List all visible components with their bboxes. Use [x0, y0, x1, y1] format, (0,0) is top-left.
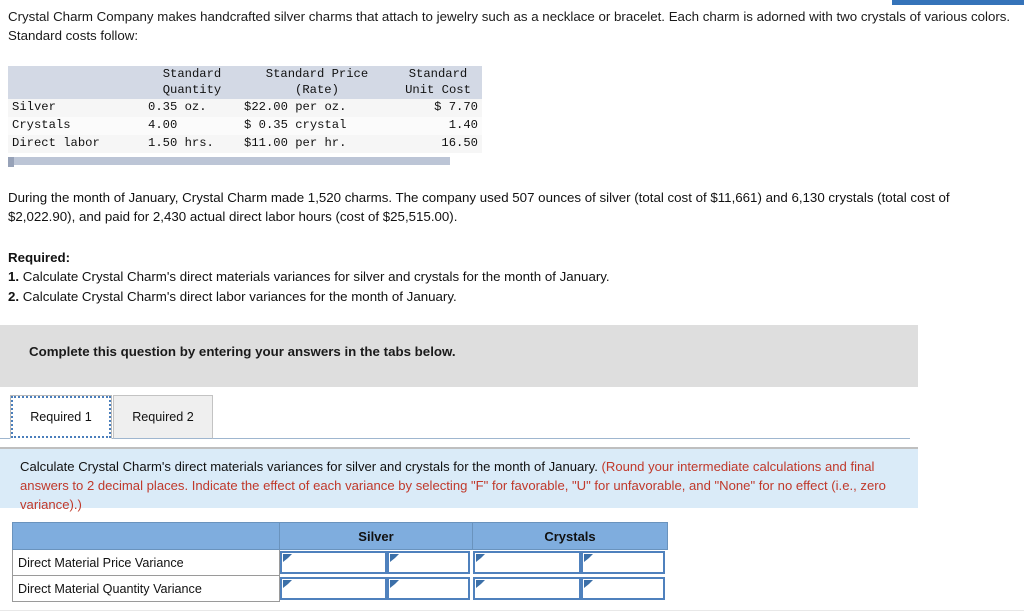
std-direct-labor-quantity: 1.50 hrs. [144, 134, 240, 153]
table-row: Direct labor 1.50 hrs. $11.00 per hr. 16… [8, 134, 482, 153]
std-silver-unit-cost: $ 7.70 [394, 99, 482, 118]
required-item-2: 2. Calculate Crystal Charm's direct labo… [8, 287, 908, 306]
cell-marker-triangle-icon [583, 554, 593, 563]
instruction-main-text: Calculate Crystal Charm's direct materia… [20, 459, 598, 474]
cell-marker-triangle-icon [583, 580, 593, 588]
input-silver-quantity-variance-value[interactable] [280, 577, 387, 600]
std-silver-price: $22.00 per oz. [240, 99, 394, 118]
table-row: Crystals 4.00 $ 0.35 crystal 1.40 [8, 117, 482, 135]
required-item-1-text: Calculate Crystal Charm's direct materia… [22, 269, 610, 285]
complete-question-banner: Complete this question by entering your … [0, 325, 918, 387]
requirement-tabs: Required 1 Required 2 [0, 393, 910, 441]
cell-marker-triangle-icon [390, 580, 399, 588]
std-header-blank [8, 66, 144, 100]
tab-required-1-label: Required 1 [30, 410, 92, 424]
std-header-standard-unit-cost: Standard Unit Cost [394, 66, 482, 100]
standard-costs-table-footer-cap [8, 156, 14, 167]
answer-cellpair-silver-quantity [280, 576, 473, 602]
table-row: Direct Material Quantity Variance [12, 575, 668, 602]
intro-paragraph: Crystal Charm Company makes handcrafted … [8, 9, 1011, 43]
std-header-standard-quantity-line2: Quantity [162, 82, 222, 97]
instruction-box-inner: Calculate Crystal Charm's direct materia… [20, 457, 900, 515]
bottom-divider [0, 610, 1024, 611]
required-item-2-text: Calculate Crystal Charm's direct labor v… [22, 288, 457, 304]
std-crystals-quantity: 4.00 [144, 117, 240, 135]
std-direct-labor-price: $11.00 per hr. [240, 134, 394, 153]
complete-question-banner-text: Complete this question by entering your … [29, 344, 456, 359]
std-direct-labor-unit-cost: 16.50 [394, 134, 482, 153]
std-silver-quantity: 0.35 oz. [144, 99, 240, 118]
table-header-row: Standard Quantity Standard Price (Rate) … [8, 66, 482, 100]
input-silver-price-variance-effect[interactable] [387, 551, 470, 575]
std-header-standard-price-line2: (Rate) [295, 82, 339, 97]
required-section: Required: 1. Calculate Crystal Charm's d… [8, 248, 908, 306]
answer-header-silver: Silver [279, 522, 473, 550]
input-crystals-price-variance-effect[interactable] [580, 551, 665, 575]
standard-costs-table: Standard Quantity Standard Price (Rate) … [8, 66, 482, 153]
input-silver-quantity-variance-effect[interactable] [387, 577, 470, 600]
std-header-standard-unit-cost-line2: Unit Cost [405, 82, 471, 97]
input-crystals-price-variance-value[interactable] [472, 551, 581, 575]
std-row-label-crystals: Crystals [8, 117, 144, 135]
std-header-standard-unit-cost-line1: Standard [408, 67, 468, 81]
required-heading: Required: [8, 250, 71, 265]
std-crystals-unit-cost: 1.40 [394, 117, 482, 135]
during-month-paragraph: During the month of January, Crystal Cha… [8, 190, 950, 225]
answer-cellpair-crystals-price [472, 550, 668, 576]
answer-row-label-quantity-variance: Direct Material Quantity Variance [12, 575, 280, 602]
table-row: Silver 0.35 oz. $22.00 per oz. $ 7.70 [8, 99, 482, 118]
tab-required-2[interactable]: Required 2 [113, 395, 213, 439]
variance-answer-table: Silver Crystals Direct Material Price Va… [12, 522, 668, 602]
std-header-standard-quantity: Standard Quantity [144, 66, 240, 100]
std-header-standard-price: Standard Price (Rate) [240, 66, 394, 100]
standard-costs-table-footer-bar [8, 154, 450, 167]
input-crystals-quantity-variance-value[interactable] [472, 577, 581, 600]
top-accent-bar [892, 0, 1024, 5]
answer-cellpair-silver-price [280, 550, 473, 576]
std-row-label-silver: Silver [8, 99, 144, 118]
input-silver-price-variance-value[interactable] [280, 551, 387, 575]
table-header-row: Silver Crystals [12, 522, 668, 550]
answer-header-crystals: Crystals [472, 522, 668, 550]
std-header-standard-quantity-line1: Standard [162, 67, 222, 81]
cell-marker-triangle-icon [475, 554, 485, 563]
tab-required-1[interactable]: Required 1 [10, 395, 112, 439]
input-crystals-quantity-variance-effect[interactable] [580, 577, 665, 600]
tab-required-2-label: Required 2 [132, 410, 194, 424]
instruction-box: Calculate Crystal Charm's direct materia… [0, 447, 918, 512]
answer-cellpair-crystals-quantity [472, 576, 668, 602]
answer-table-wrapper: Silver Crystals Direct Material Price Va… [12, 522, 668, 602]
required-item-1: 1. Calculate Crystal Charm's direct mate… [8, 267, 908, 286]
answer-row-label-price-variance: Direct Material Price Variance [12, 549, 280, 576]
required-item-1-number: 1. [8, 269, 20, 285]
cell-marker-triangle-icon [390, 554, 399, 563]
std-header-standard-price-line1: Standard Price [265, 67, 369, 81]
cell-marker-triangle-icon [283, 580, 292, 588]
std-crystals-price: $ 0.35 crystal [240, 117, 394, 135]
table-row: Direct Material Price Variance [12, 549, 668, 576]
answer-header-blank [12, 522, 280, 550]
required-item-2-number: 2. [8, 288, 20, 304]
standard-costs-table-wrapper: Standard Quantity Standard Price (Rate) … [8, 66, 482, 167]
cell-marker-triangle-icon [283, 554, 292, 563]
std-row-label-direct-labor: Direct labor [8, 134, 144, 153]
cell-marker-triangle-icon [475, 580, 485, 588]
